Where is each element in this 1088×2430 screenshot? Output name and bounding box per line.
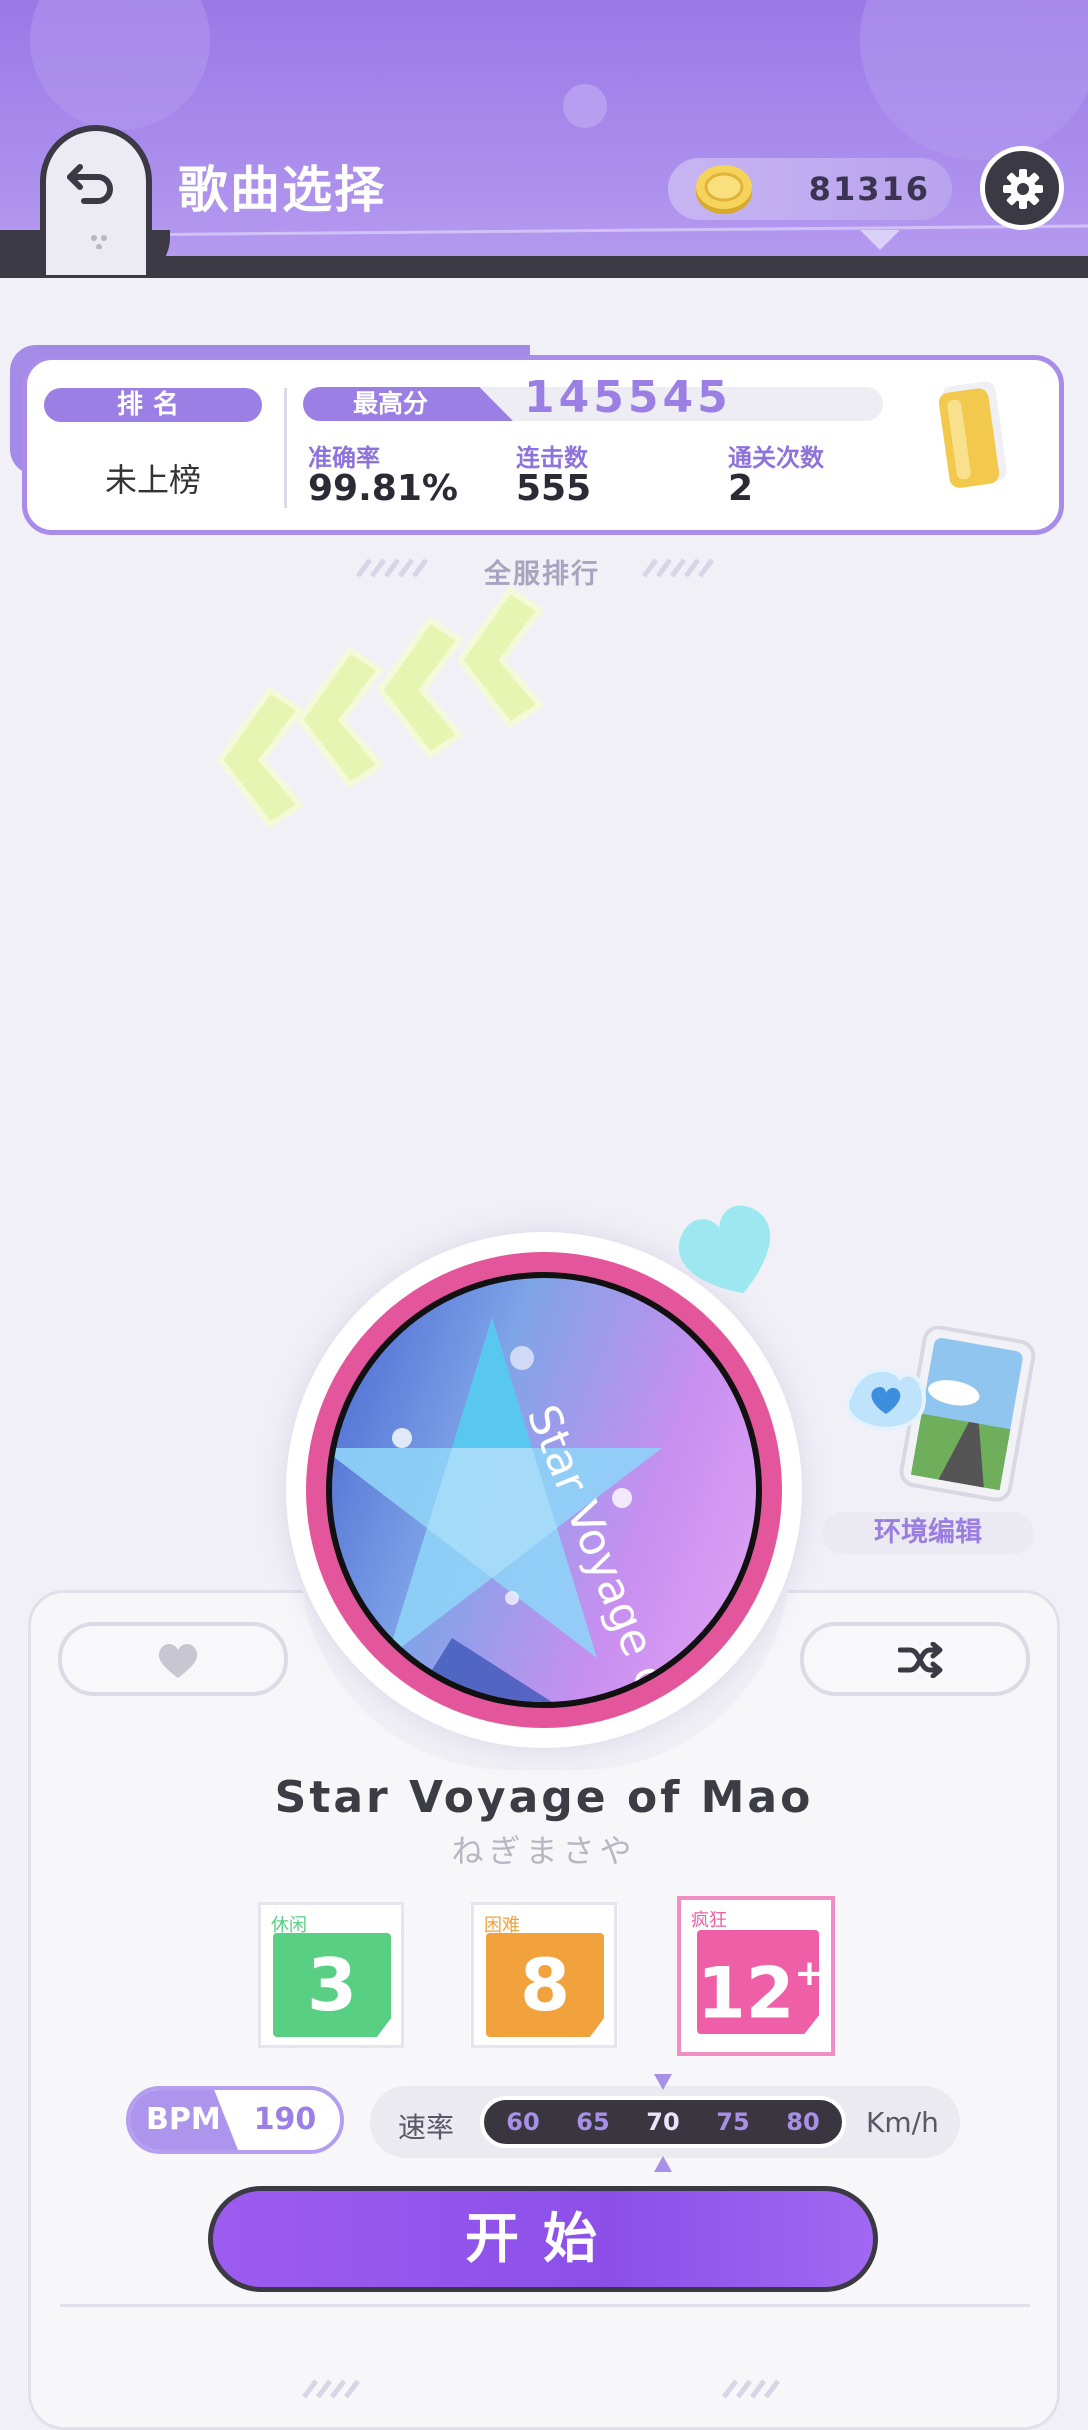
- shuffle-icon: [898, 1642, 943, 1678]
- speed-option-80[interactable]: 80: [768, 2100, 838, 2144]
- combo-value: 555: [516, 468, 592, 509]
- bpm-display: BPM 190: [126, 2086, 344, 2154]
- heart-icon: [158, 1644, 198, 1678]
- bpm-label: BPM: [130, 2090, 238, 2150]
- speed-option-60[interactable]: 60: [488, 2100, 558, 2144]
- dots-decoration: [91, 235, 107, 249]
- favorite-button[interactable]: [58, 1622, 288, 1696]
- gear-icon: [1003, 169, 1043, 209]
- speed-option-75[interactable]: 75: [698, 2100, 768, 2144]
- rank-label: 排名: [44, 388, 262, 422]
- best-score-label: 最高分: [303, 387, 513, 421]
- difficulty-crazy-tile: 12+: [697, 1930, 819, 2034]
- difficulty-crazy-level: 12: [697, 1952, 795, 2035]
- speed-unit: Km/h: [866, 2106, 939, 2139]
- speed-track[interactable]: 60 65 70 75 80: [480, 2096, 846, 2148]
- accuracy-value: 99.81%: [308, 468, 458, 509]
- rank-value: 未上榜: [104, 461, 201, 499]
- best-score-value: 145545: [524, 372, 732, 423]
- speed-option-65[interactable]: 65: [558, 2100, 628, 2144]
- bottom-decor-left: [302, 2379, 360, 2399]
- header-bar: [0, 0, 1088, 262]
- album-disc[interactable]: Star Voyage of Mao: [326, 1272, 762, 1708]
- speed-marker-bottom-icon: [654, 2156, 672, 2172]
- bpm-value: 190: [253, 2102, 317, 2137]
- clears-value: 2: [728, 468, 754, 509]
- speed-marker-top-icon: [654, 2074, 672, 2090]
- difficulty-hard[interactable]: 困难 8: [471, 1902, 617, 2048]
- difficulty-crazy[interactable]: 疯狂 12+: [677, 1896, 835, 2056]
- speed-label: 速率: [398, 2111, 455, 2144]
- grade-card-icon: [938, 381, 1007, 488]
- album-cover-art: [332, 1318, 662, 1702]
- song-artist: ねぎまさや: [451, 1832, 637, 1870]
- speed-option-70[interactable]: 70: [628, 2100, 698, 2144]
- song-title: Star Voyage of Mao: [274, 1772, 814, 1823]
- stats-divider: [284, 388, 287, 508]
- undo-arrow-icon: [67, 164, 113, 204]
- difficulty-crazy-label: 疯狂: [691, 1910, 727, 1931]
- difficulty-casual[interactable]: 休闲 3: [258, 1902, 404, 2048]
- difficulty-hard-level: 8: [486, 1933, 604, 2037]
- decor-stripes-left: [356, 558, 428, 578]
- shuffle-button[interactable]: [800, 1622, 1030, 1696]
- coin-value: 81316: [808, 170, 930, 208]
- settings-button[interactable]: [980, 146, 1064, 230]
- difficulty-crazy-plus: +: [794, 1953, 825, 1994]
- bottom-frame: [60, 2304, 1030, 2403]
- decor-stripes-right: [642, 558, 714, 578]
- header-pattern: [0, 0, 1088, 250]
- page-title: 歌曲选择: [178, 161, 386, 219]
- difficulty-casual-level: 3: [273, 1933, 391, 2037]
- environment-icon[interactable]: [830, 1326, 1036, 1506]
- heart-bubble-icon: [678, 1205, 770, 1294]
- chevron-decoration-icon: [217, 587, 543, 828]
- coin-icon: [696, 165, 752, 214]
- back-button[interactable]: [40, 125, 152, 275]
- environment-edit-button[interactable]: 环境编辑: [822, 1512, 1034, 1554]
- start-button[interactable]: 开始: [208, 2186, 878, 2292]
- bottom-decor-right: [722, 2379, 780, 2399]
